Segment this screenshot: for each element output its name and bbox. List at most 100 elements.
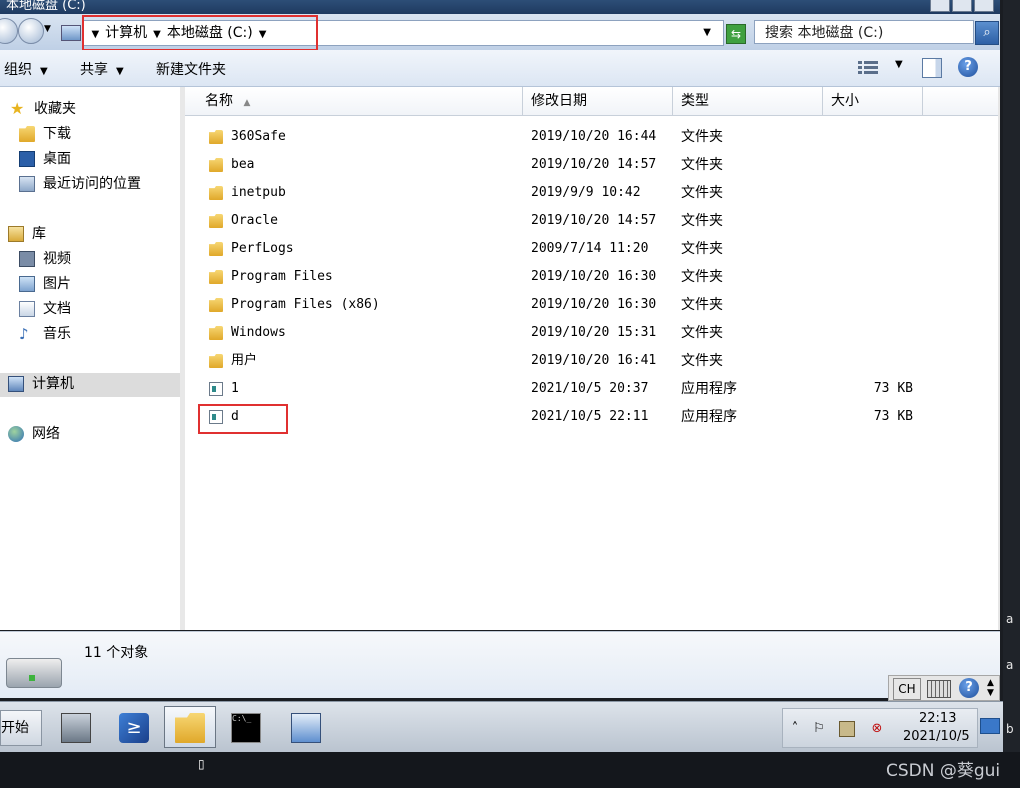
file-row[interactable]: d 2021/10/5 22:11 应用程序 73 KB: [185, 403, 998, 431]
file-row[interactable]: Windows 2019/10/20 15:31 文件夹: [185, 319, 998, 347]
forward-button[interactable]: [18, 18, 44, 44]
start-button[interactable]: 开始: [0, 710, 42, 746]
application-icon: [209, 382, 223, 396]
refresh-icon[interactable]: ⇆: [726, 24, 746, 44]
file-name: PerfLogs: [231, 241, 294, 256]
edge-letter: b: [1006, 722, 1014, 736]
file-modified: 2019/9/9 10:42: [531, 185, 641, 200]
file-name: 360Safe: [231, 129, 286, 144]
content-edge: [998, 87, 1000, 630]
search-input[interactable]: 搜索 本地磁盘 (C:): [754, 20, 974, 44]
pictures-icon: [19, 276, 35, 292]
nav-desktop-label: 桌面: [43, 151, 71, 167]
clock-time[interactable]: 22:13: [919, 711, 956, 726]
address-bar-row: ▼ ▼ 计算机 ▼ 本地磁盘 (C:) ▼ ▼ ⇆ 搜索 本地磁盘 (C:) ⌕: [0, 14, 1000, 51]
taskbar-server-manager[interactable]: [50, 706, 102, 748]
file-name: Oracle: [231, 213, 278, 228]
nav-libraries-label: 库: [32, 226, 46, 242]
file-name: Windows: [231, 325, 286, 340]
star-icon: ★: [10, 99, 25, 118]
file-row[interactable]: Program Files (x86) 2019/10/20 16:30 文件夹: [185, 291, 998, 319]
folder-icon: [209, 326, 223, 340]
file-modified: 2019/10/20 14:57: [531, 213, 657, 228]
preview-pane-icon[interactable]: [922, 58, 942, 78]
desktop-icon: [19, 151, 35, 167]
file-type: 文件夹: [681, 129, 723, 145]
file-type: 文件夹: [681, 241, 723, 257]
file-modified: 2021/10/5 20:37: [531, 381, 649, 396]
options-arrow-icon[interactable]: ▲ ▼: [987, 678, 994, 698]
window-title: 本地磁盘 (C:): [6, 0, 86, 13]
search-icon[interactable]: ⌕: [975, 21, 999, 45]
minimize-button[interactable]: [930, 0, 950, 12]
nav-favorites-label: 收藏夹: [34, 101, 76, 117]
explorer-folder-icon: [175, 713, 205, 743]
taskbar-powershell[interactable]: ≥: [108, 706, 160, 748]
file-list-pane: 名称 ▲ 修改日期 类型 大小 360Safe 2019/10/20 16:44 文…: [185, 87, 998, 630]
nav-recent-label: 最近访问的位置: [43, 176, 141, 192]
view-dropdown-icon[interactable]: ▼: [895, 59, 903, 70]
taskbar-cmd[interactable]: C:\_: [220, 706, 272, 748]
input-language-button[interactable]: CH: [893, 678, 921, 700]
volume-muted-icon[interactable]: ⊗: [869, 721, 885, 737]
chevron-down-icon: ▼: [116, 66, 124, 77]
background-strip: ▯ CSDN @葵gui: [0, 752, 1020, 788]
file-row[interactable]: Program Files 2019/10/20 16:30 文件夹: [185, 263, 998, 291]
file-row[interactable]: PerfLogs 2009/7/14 11:20 文件夹: [185, 235, 998, 263]
history-dropdown-icon[interactable]: ▼: [44, 24, 51, 34]
action-center-flag-icon[interactable]: ⚐: [811, 721, 827, 737]
navigation-pane: ★ 收藏夹 下载 桌面 最近访问的位置 库 视频 图片 文档 ♪ 音乐 计算机 …: [0, 87, 181, 630]
clock-date[interactable]: 2021/10/5: [903, 729, 970, 744]
close-button[interactable]: [974, 0, 994, 12]
video-icon: [19, 251, 35, 267]
view-options-icon[interactable]: [858, 60, 878, 76]
keyboard-icon[interactable]: [927, 680, 951, 698]
new-folder-button[interactable]: 新建文件夹: [156, 59, 226, 79]
file-modified: 2019/10/20 15:31: [531, 325, 657, 340]
file-row[interactable]: 1 2021/10/5 20:37 应用程序 73 KB: [185, 375, 998, 403]
file-name: Program Files: [231, 269, 333, 284]
help-icon[interactable]: ?: [958, 57, 978, 77]
share-button[interactable]: 共享 ▼: [80, 59, 124, 79]
column-header-name[interactable]: 名称 ▲: [185, 87, 523, 115]
text-cursor-icon: ▯: [198, 757, 205, 771]
network-status-icon[interactable]: [839, 721, 855, 737]
file-row[interactable]: Oracle 2019/10/20 14:57 文件夹: [185, 207, 998, 235]
computer-icon: [8, 376, 24, 392]
nav-network-label: 网络: [32, 426, 60, 442]
help-icon[interactable]: ?: [959, 678, 979, 698]
control-panel-icon: [291, 713, 321, 743]
column-header-type[interactable]: 类型: [673, 87, 823, 115]
music-note-icon: ♪: [19, 325, 29, 343]
maximize-button[interactable]: [952, 0, 972, 12]
file-row[interactable]: 360Safe 2019/10/20 16:44 文件夹: [185, 123, 998, 151]
file-type: 文件夹: [681, 353, 723, 369]
command-bar: 组织 ▼ 共享 ▼ 新建文件夹 ▼ ?: [0, 50, 1000, 87]
file-row[interactable]: bea 2019/10/20 14:57 文件夹: [185, 151, 998, 179]
edge-letter: a: [1006, 658, 1014, 672]
file-type: 应用程序: [681, 381, 737, 397]
file-row[interactable]: inetpub 2019/9/9 10:42 文件夹: [185, 179, 998, 207]
show-desktop-button[interactable]: [980, 718, 1000, 734]
file-modified: 2021/10/5 22:11: [531, 409, 649, 424]
sort-ascending-icon: ▲: [243, 98, 251, 108]
file-row[interactable]: 用户 2019/10/20 16:41 文件夹: [185, 347, 998, 375]
command-prompt-icon: C:\_: [231, 713, 261, 743]
organize-button[interactable]: 组织 ▼: [4, 59, 48, 79]
folder-icon: [209, 130, 223, 144]
folder-icon: [209, 298, 223, 312]
address-dropdown-icon[interactable]: ▼: [703, 21, 711, 45]
file-modified: 2019/10/20 16:30: [531, 297, 657, 312]
show-hidden-icons-icon[interactable]: ˄: [787, 721, 803, 737]
selection-highlight: [0, 373, 180, 397]
file-modified: 2019/10/20 16:44: [531, 129, 657, 144]
column-header-size[interactable]: 大小: [823, 87, 923, 115]
column-header-modified[interactable]: 修改日期: [523, 87, 673, 115]
file-size: 73 KB: [873, 409, 913, 424]
taskbar-control-panel[interactable]: [280, 706, 332, 748]
file-type: 文件夹: [681, 325, 723, 341]
taskbar-explorer[interactable]: [164, 706, 216, 748]
file-modified: 2019/10/20 16:30: [531, 269, 657, 284]
file-type: 文件夹: [681, 157, 723, 173]
back-button[interactable]: [0, 18, 18, 44]
